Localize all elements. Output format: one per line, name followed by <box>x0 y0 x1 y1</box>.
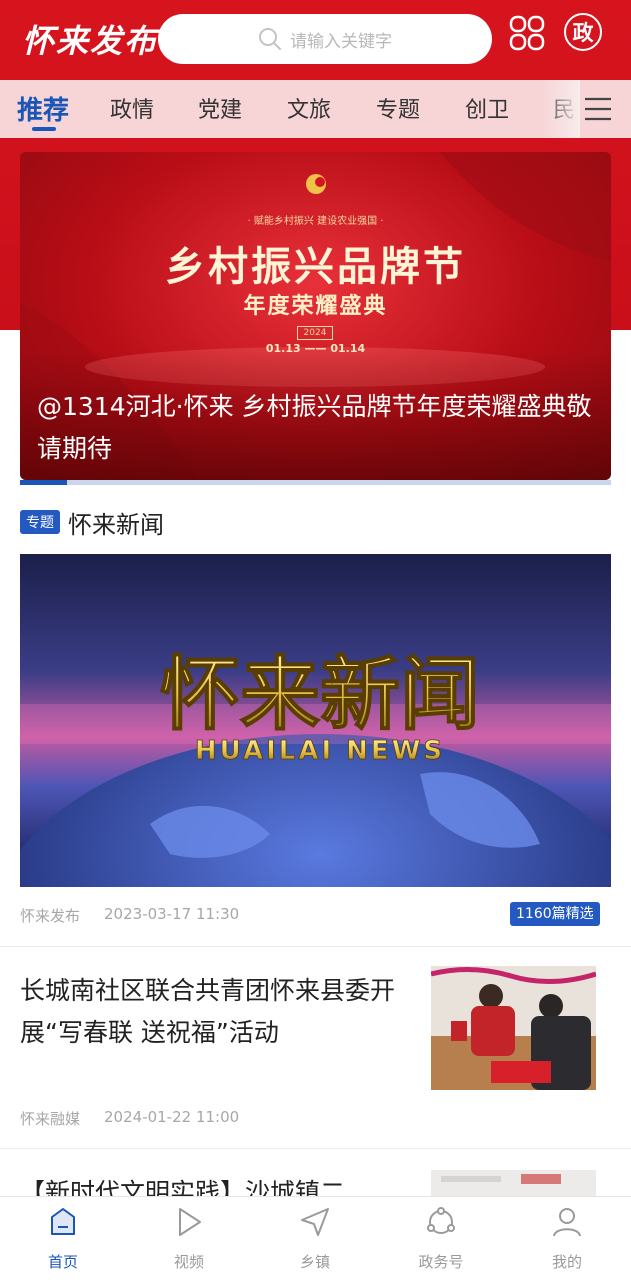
play-icon <box>179 1208 201 1236</box>
tab-recommend[interactable]: 推荐 <box>17 90 69 127</box>
article-time: 2024-01-22 11:00 <box>104 1108 240 1126</box>
cover-title-cn: 怀来新闻 <box>160 647 480 741</box>
search-icon <box>259 28 281 50</box>
nav-towns[interactable]: 乡镇 <box>265 1205 365 1272</box>
banner-title: 乡村振兴品牌节 <box>165 244 466 290</box>
nav-video-label: 视频 <box>173 1253 204 1271</box>
search-placeholder: 请输入关键字 <box>290 31 392 52</box>
tab-party[interactable]: 党建 <box>198 92 242 124</box>
banner-year: 2024 <box>297 326 333 340</box>
tab-topics[interactable]: 专题 <box>376 92 420 124</box>
article-thumbnail[interactable] <box>431 966 596 1090</box>
banner-caption: @1314河北·怀来 乡村振兴品牌节年度荣耀盛典敬请期待 <box>37 392 592 463</box>
app-logo: 怀来发布 <box>22 22 159 60</box>
active-tab-indicator <box>32 127 56 131</box>
topic-time: 2023-03-17 11:30 <box>104 905 240 923</box>
channel-tabs: 推荐 政情 党建 文旅 专题 创卫 民 <box>0 80 631 138</box>
nav-profile[interactable]: 我的 <box>517 1205 617 1272</box>
bottom-navigation: 首页 视频 乡镇 政务号 我的 <box>0 1196 631 1280</box>
tab-culture-travel[interactable]: 文旅 <box>287 92 331 124</box>
banner-progress-fill <box>20 480 68 485</box>
topic-cover-image[interactable]: 怀来新闻 HUAILAI NEWS <box>20 554 611 887</box>
menu-icon[interactable] <box>583 96 613 122</box>
featured-banner[interactable]: · 赋能乡村振兴 建设农业强国 · 乡村振兴品牌节 年度荣耀盛典 2024 01… <box>20 152 611 480</box>
article-thumbnail[interactable] <box>431 1170 596 1196</box>
article-title[interactable]: 长城南社区联合共青团怀来县委开展“写春联 送祝福”活动 <box>20 970 400 1054</box>
article-source: 怀来融媒 <box>20 1110 81 1128</box>
gov-service-icon[interactable]: 政 <box>564 13 602 51</box>
apps-grid-icon[interactable] <box>508 14 546 52</box>
send-icon <box>301 1208 329 1236</box>
topic-header[interactable]: 专题 怀来新闻 <box>20 506 164 539</box>
nav-profile-label: 我的 <box>551 1253 582 1271</box>
tab-politics[interactable]: 政情 <box>110 92 154 124</box>
divider <box>0 946 631 947</box>
divider <box>0 1148 631 1149</box>
nav-gov-accounts-label: 政务号 <box>418 1253 464 1271</box>
topic-title: 怀来新闻 <box>68 510 164 539</box>
tab-sanitation[interactable]: 创卫 <box>465 92 509 124</box>
home-icon <box>51 1208 75 1235</box>
nav-home-label: 首页 <box>47 1253 78 1271</box>
nav-gov-accounts[interactable]: 政务号 <box>391 1205 491 1272</box>
nav-towns-label: 乡镇 <box>299 1253 330 1271</box>
banner-slogan: · 赋能乡村振兴 建设农业强国 · <box>247 216 384 227</box>
cover-title-en: HUAILAI NEWS <box>195 736 445 766</box>
search-input[interactable]: 请输入关键字 <box>158 14 492 64</box>
nav-home[interactable]: 首页 <box>13 1205 113 1272</box>
share-icon <box>427 1207 455 1234</box>
topic-count-badge[interactable]: 1160篇精选 <box>510 902 600 926</box>
banner-carousel-progress <box>20 480 611 485</box>
thumbnail-photo <box>431 1170 596 1196</box>
top-bar: 怀来发布 请输入关键字 政 <box>0 0 631 78</box>
tabs-fade <box>540 80 580 138</box>
thumbnail-photo <box>431 966 596 1090</box>
user-icon <box>553 1208 581 1237</box>
topic-badge: 专题 <box>20 510 60 534</box>
banner-subtitle: 年度荣耀盛典 <box>243 294 388 319</box>
news-cover-art: 怀来新闻 HUAILAI NEWS <box>20 646 611 887</box>
nav-video[interactable]: 视频 <box>139 1205 239 1272</box>
topic-source: 怀来发布 <box>20 907 81 925</box>
